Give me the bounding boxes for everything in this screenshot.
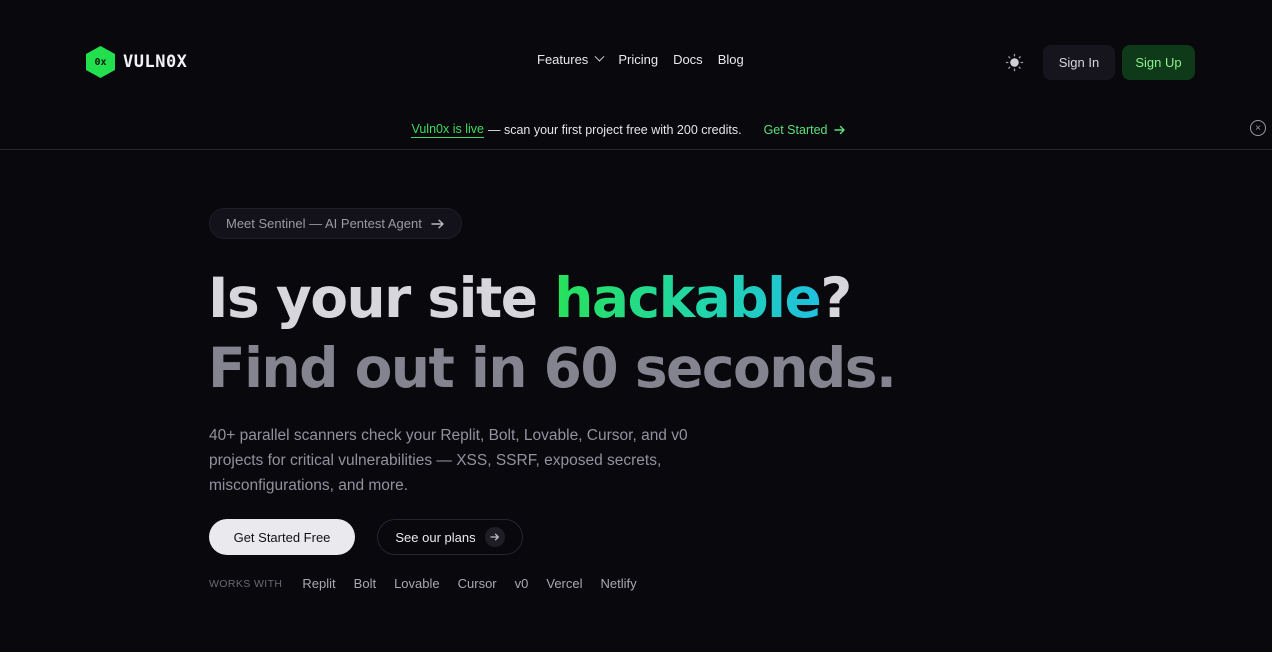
works-with-item: Cursor bbox=[457, 576, 497, 591]
sign-in-button[interactable]: Sign In bbox=[1043, 45, 1115, 80]
hero-description: 40+ parallel scanners check your Replit,… bbox=[209, 427, 688, 494]
works-with-item: Replit bbox=[302, 576, 336, 591]
banner-get-started-link[interactable]: Get Started bbox=[764, 123, 846, 137]
works-with-item: Lovable bbox=[394, 576, 440, 591]
announcement-banner: Vuln0x is live — scan your first project… bbox=[0, 110, 1272, 150]
get-started-free-button[interactable]: Get Started Free bbox=[209, 519, 355, 555]
hero-title-part2: ? bbox=[820, 266, 852, 330]
nav-docs[interactable]: Docs bbox=[673, 52, 703, 67]
nav-features-label: Features bbox=[537, 52, 589, 67]
see-plans-button[interactable]: See our plans bbox=[377, 519, 523, 555]
main-nav: Features Pricing Docs Blog bbox=[537, 51, 744, 67]
brand-logo[interactable]: 0x VULN0X bbox=[86, 46, 187, 78]
close-icon[interactable]: × bbox=[1250, 120, 1266, 136]
banner-message: — scan your first project free with 200 … bbox=[487, 122, 742, 137]
hero-title-part1: Is your site bbox=[208, 266, 555, 330]
hero-title: Is your site hackable? Find out in 60 se… bbox=[208, 263, 897, 403]
site-header: 0x VULN0X Features Pricing Docs Blog Sig… bbox=[0, 0, 1272, 124]
nav-pricing[interactable]: Pricing bbox=[618, 52, 658, 67]
works-with-item: Vercel bbox=[546, 576, 583, 591]
brand-name: VULN0X bbox=[123, 52, 188, 72]
works-with-item: Netlify bbox=[600, 576, 637, 591]
sentinel-announcement-pill[interactable]: Meet Sentinel — AI Pentest Agent bbox=[209, 208, 462, 239]
pill-label: Meet Sentinel — AI Pentest Agent bbox=[226, 216, 422, 231]
works-with-list: WORKS WITH Replit Bolt Lovable Cursor v0… bbox=[209, 576, 637, 591]
banner-cta-label: Get Started bbox=[763, 122, 828, 137]
arrow-right-icon bbox=[484, 527, 505, 547]
banner-live-link[interactable]: Vuln0x is live bbox=[411, 122, 484, 138]
chevron-down-icon bbox=[594, 51, 605, 62]
hero-title-line2: Find out in 60 seconds. bbox=[208, 336, 897, 400]
hero-title-highlight: hackable bbox=[554, 266, 822, 330]
nav-blog[interactable]: Blog bbox=[718, 52, 744, 67]
works-with-item: v0 bbox=[514, 576, 529, 591]
see-plans-label: See our plans bbox=[395, 529, 476, 545]
nav-features[interactable]: Features bbox=[537, 51, 605, 67]
arrow-right-icon bbox=[833, 125, 845, 134]
sign-up-button[interactable]: Sign Up bbox=[1122, 45, 1195, 80]
works-with-label: WORKS WITH bbox=[209, 577, 283, 590]
sun-icon[interactable] bbox=[1005, 53, 1024, 72]
logo-hex-icon: 0x bbox=[86, 46, 115, 78]
arrow-right-icon bbox=[431, 219, 444, 228]
works-with-item: Bolt bbox=[353, 576, 377, 591]
